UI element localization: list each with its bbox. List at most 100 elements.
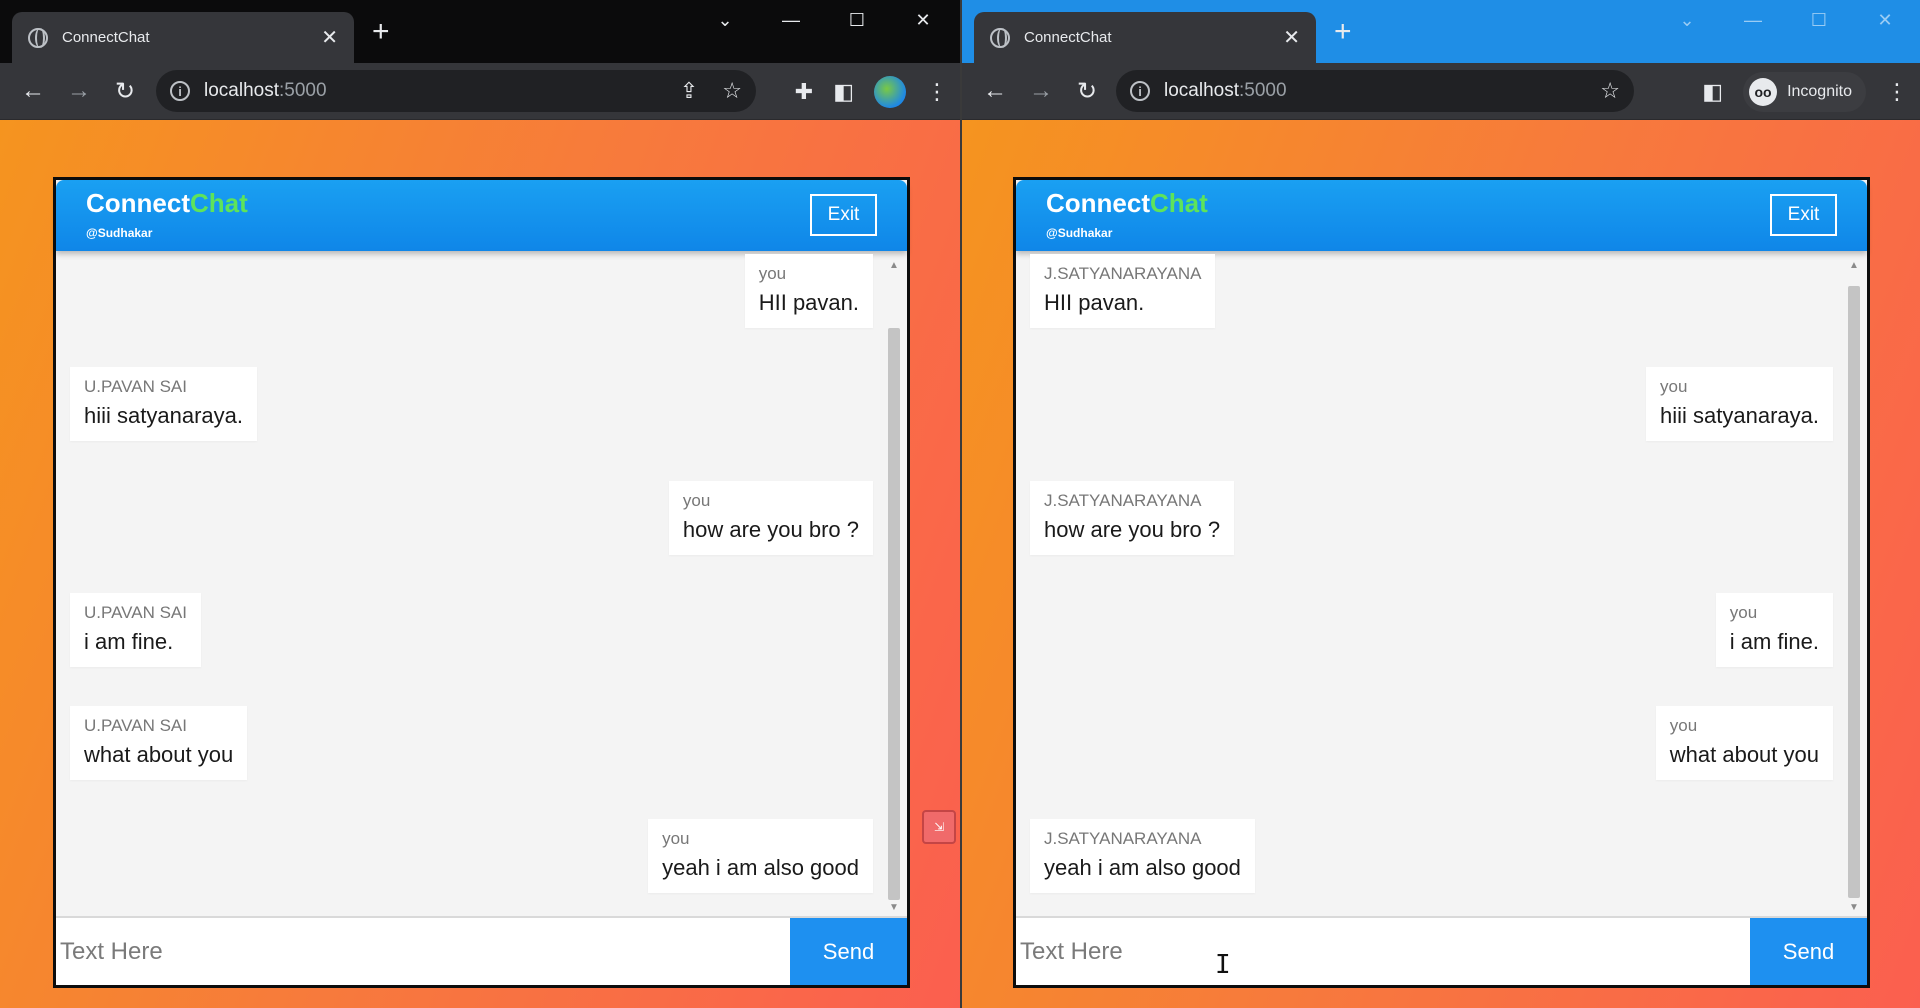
reload-icon[interactable]: ↻	[102, 77, 148, 106]
message-scrollbar[interactable]: ▲ ▼	[1845, 258, 1863, 916]
brand-accent: Chat	[190, 188, 248, 218]
scrollbar-thumb[interactable]	[888, 328, 900, 900]
globe-icon	[990, 27, 1010, 48]
floating-widget-icon[interactable]: ⇲	[922, 810, 956, 844]
toolbar-actions: ✚ ◧ ⋮	[795, 63, 948, 120]
site-info-icon[interactable]: i	[170, 81, 190, 101]
message-bubble: J.SATYANARAYANA how are you bro ?	[1030, 481, 1235, 555]
message-bubble: U.PAVAN SAI i am fine.	[70, 593, 201, 667]
message-text: what about you	[1669, 742, 1819, 767]
incognito-badge[interactable]: oo Incognito	[1743, 71, 1866, 112]
exit-button[interactable]: Exit	[1770, 194, 1837, 236]
chat-header: ConnectChat @Sudhakar Exit	[56, 180, 907, 251]
incognito-label: Incognito	[1787, 82, 1852, 100]
back-arrow-icon[interactable]: ←	[10, 77, 56, 105]
url-text: localhost:5000	[204, 80, 680, 102]
side-panel-icon[interactable]: ◧	[1702, 79, 1723, 105]
message-list: J.SATYANARAYANA HII pavan. you hiii saty…	[1016, 251, 1867, 916]
message-composer: Send	[56, 916, 907, 985]
browser-toolbar: ← → ↻ i localhost:5000 ⇪ ☆ ✚ ◧ ⋮	[0, 63, 960, 120]
scroll-down-arrow-icon[interactable]: ▼	[885, 900, 903, 916]
browser-tab[interactable]: ConnectChat ✕	[12, 12, 354, 63]
minimize-button[interactable]: —	[1720, 10, 1786, 31]
forward-arrow-icon[interactable]: →	[1018, 77, 1064, 105]
tab-close-icon[interactable]: ✕	[1283, 25, 1300, 50]
message-sender: you	[1669, 716, 1698, 735]
message-bubble: you what about you	[1655, 706, 1833, 780]
scroll-down-arrow-icon[interactable]: ▼	[1845, 900, 1863, 916]
close-window-button[interactable]: ✕	[1852, 10, 1918, 31]
message-bubble: J.SATYANARAYANA HII pavan.	[1030, 254, 1216, 328]
tab-close-icon[interactable]: ✕	[321, 25, 338, 50]
profile-avatar[interactable]	[874, 75, 906, 108]
message-bubble: you yeah i am also good	[648, 819, 873, 893]
scroll-up-arrow-icon[interactable]: ▲	[885, 258, 903, 274]
address-bar[interactable]: i localhost:5000 ⇪ ☆	[156, 70, 756, 112]
address-bar[interactable]: i localhost:5000 ☆	[1116, 70, 1634, 112]
brand-logo: ConnectChat	[86, 188, 248, 219]
message-text: HII pavan.	[758, 290, 859, 315]
globe-icon	[28, 27, 48, 48]
message-composer: Send	[1016, 916, 1867, 985]
menu-kebab-icon[interactable]: ⋮	[1886, 79, 1908, 105]
back-arrow-icon[interactable]: ←	[972, 77, 1018, 105]
message-text: yeah i am also good	[662, 855, 859, 880]
send-button[interactable]: Send	[1750, 918, 1867, 985]
message-sender: you	[1729, 603, 1758, 622]
browser-window-left: ConnectChat ✕ + ⌄ — ☐ ✕ ← → ↻ i localhos…	[0, 0, 960, 1008]
chat-container: ConnectChat @Sudhakar Exit you HII pavan…	[56, 180, 907, 985]
message-sender: you	[1660, 377, 1688, 396]
message-scrollbar[interactable]: ▲ ▼	[885, 258, 903, 916]
exit-button[interactable]: Exit	[810, 194, 877, 236]
bookmark-star-icon[interactable]: ☆	[722, 78, 742, 104]
browser-tab[interactable]: ConnectChat ✕	[974, 12, 1316, 63]
extensions-icon[interactable]: ✚	[795, 79, 813, 105]
url-port: :5000	[1239, 80, 1287, 101]
forward-arrow-icon[interactable]: →	[56, 77, 102, 105]
message-bubble: U.PAVAN SAI hiii satyanaraya.	[70, 367, 257, 441]
message-sender: J.SATYANARAYANA	[1044, 264, 1202, 283]
tab-search-icon[interactable]: ⌄	[692, 10, 758, 31]
send-button[interactable]: Send	[790, 918, 907, 985]
toolbar-actions: ◧ oo Incognito ⋮	[1702, 63, 1908, 120]
message-text: hiii satyanaraya.	[1660, 403, 1819, 428]
message-sender: J.SATYANARAYANA	[1044, 829, 1202, 848]
url-host: localhost	[1164, 80, 1239, 101]
maximize-button[interactable]: ☐	[824, 10, 890, 31]
message-text: yeah i am also good	[1044, 855, 1241, 880]
scroll-up-arrow-icon[interactable]: ▲	[1845, 258, 1863, 274]
new-tab-button[interactable]: +	[1334, 17, 1352, 47]
scrollbar-thumb[interactable]	[1848, 286, 1860, 898]
maximize-button[interactable]: ☐	[1786, 10, 1852, 31]
message-input[interactable]	[1016, 918, 1746, 985]
message-bubble: you how are you bro ?	[668, 481, 873, 555]
browser-toolbar: ← → ↻ i localhost:5000 ☆ ◧ oo Incognito …	[962, 63, 1920, 120]
chat-header: ConnectChat @Sudhakar Exit	[1016, 180, 1867, 251]
window-controls: ⌄ — ☐ ✕	[692, 10, 956, 31]
message-sender: you	[682, 491, 711, 510]
window-controls: ⌄ — ☐ ✕	[1654, 10, 1918, 31]
brand-primary: Connect	[1046, 188, 1150, 218]
minimize-button[interactable]: —	[758, 10, 824, 31]
menu-kebab-icon[interactable]: ⋮	[926, 79, 948, 105]
title-bar: ConnectChat ✕ + ⌄ — ☐ ✕	[962, 0, 1920, 63]
message-bubble: you hiii satyanaraya.	[1646, 367, 1833, 441]
url-host: localhost	[204, 80, 279, 101]
bookmark-star-icon[interactable]: ☆	[1600, 78, 1620, 104]
site-info-icon[interactable]: i	[1130, 81, 1150, 101]
share-icon[interactable]: ⇪	[680, 78, 698, 104]
close-window-button[interactable]: ✕	[890, 10, 956, 31]
message-text: how are you bro ?	[1044, 517, 1221, 542]
message-sender: U.PAVAN SAI	[84, 603, 187, 622]
message-bubble: U.PAVAN SAI what about you	[70, 706, 248, 780]
message-input[interactable]	[56, 918, 786, 985]
tab-search-icon[interactable]: ⌄	[1654, 10, 1720, 31]
message-text: HII pavan.	[1044, 290, 1145, 315]
chat-container: ConnectChat @Sudhakar Exit J.SATYANARAYA…	[1016, 180, 1867, 985]
reload-icon[interactable]: ↻	[1064, 77, 1110, 106]
message-sender: J.SATYANARAYANA	[1044, 491, 1202, 510]
page-viewport: ConnectChat @Sudhakar Exit you HII pavan…	[0, 120, 960, 1008]
side-panel-icon[interactable]: ◧	[833, 79, 854, 105]
brand-accent: Chat	[1150, 188, 1208, 218]
new-tab-button[interactable]: +	[372, 17, 390, 47]
